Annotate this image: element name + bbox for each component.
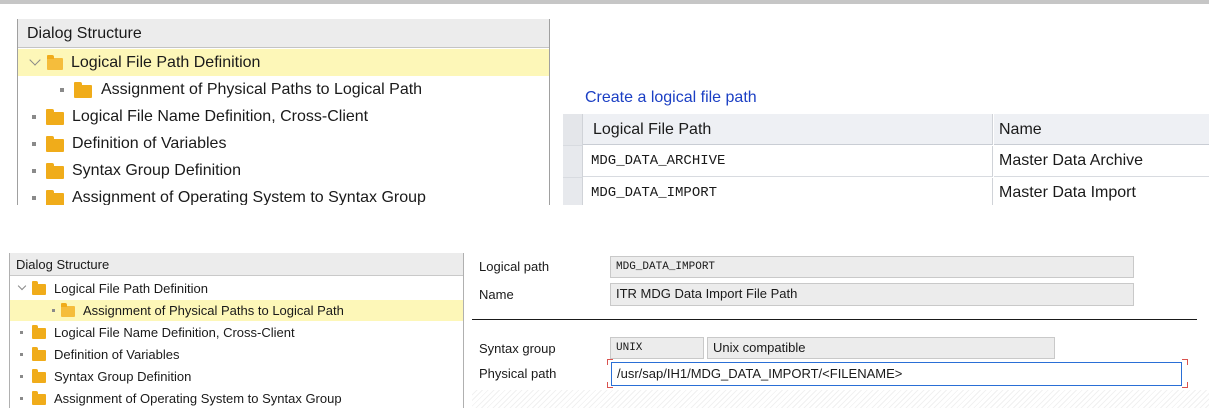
chevron-down-icon[interactable] bbox=[29, 54, 41, 66]
section-divider bbox=[472, 319, 1197, 320]
form-background bbox=[472, 390, 1209, 408]
table-cell-path[interactable]: MDG_DATA_IMPORT bbox=[583, 178, 993, 205]
tree-item-label: Definition of Variables bbox=[54, 347, 180, 362]
bullet-icon bbox=[32, 142, 36, 146]
open-folder-icon bbox=[61, 303, 75, 317]
table-cell-path[interactable]: MDG_DATA_ARCHIVE bbox=[583, 146, 993, 177]
syntax-group-field: UNIX bbox=[610, 337, 704, 359]
folder-icon bbox=[46, 163, 64, 179]
tree-item-assignment-os-syntax-group[interactable]: Assignment of Operating System to Syntax… bbox=[10, 388, 463, 408]
folder-icon bbox=[32, 347, 46, 361]
bullet-icon bbox=[32, 115, 36, 119]
tree-item-label: Assignment of Operating System to Syntax… bbox=[72, 189, 426, 205]
folder-icon bbox=[46, 190, 64, 205]
tree-item-syntax-group-definition[interactable]: Syntax Group Definition bbox=[18, 157, 549, 184]
focus-corner-marker bbox=[1182, 359, 1188, 365]
row-selector[interactable] bbox=[563, 146, 583, 178]
tree-item-assignment-physical-paths[interactable]: Assignment of Physical Paths to Logical … bbox=[10, 300, 463, 321]
column-header-name[interactable]: Name bbox=[994, 114, 1209, 145]
tree-item-logical-file-name-definition[interactable]: Logical File Name Definition, Cross-Clie… bbox=[10, 322, 463, 343]
tree-item-label: Definition of Variables bbox=[72, 135, 227, 152]
folder-icon bbox=[74, 82, 92, 98]
dialog-structure-header: Dialog Structure bbox=[10, 253, 463, 276]
folder-icon bbox=[46, 136, 64, 152]
tree-item-label: Assignment of Operating System to Syntax… bbox=[54, 391, 342, 406]
tree-item-definition-of-variables[interactable]: Definition of Variables bbox=[18, 130, 549, 157]
tree-item-label: Assignment of Physical Paths to Logical … bbox=[83, 303, 344, 318]
bullet-icon bbox=[60, 88, 64, 92]
folder-icon bbox=[32, 281, 46, 295]
logical-path-field: MDG_DATA_IMPORT bbox=[610, 256, 1134, 278]
physical-path-label: Physical path bbox=[479, 366, 557, 381]
tree-item-label: Logical File Path Definition bbox=[54, 281, 208, 296]
folder-icon bbox=[32, 369, 46, 383]
name-field: ITR MDG Data Import File Path bbox=[610, 283, 1134, 306]
bullet-icon bbox=[20, 353, 23, 356]
tree-item-label: Assignment of Physical Paths to Logical … bbox=[101, 81, 423, 98]
syntax-group-description: Unix compatible bbox=[707, 337, 1055, 359]
table-cell-name[interactable]: Master Data Archive bbox=[994, 146, 1209, 177]
bullet-icon bbox=[20, 331, 23, 334]
logical-path-label: Logical path bbox=[479, 259, 550, 274]
tree-item-logical-file-name-definition[interactable]: Logical File Name Definition, Cross-Clie… bbox=[18, 103, 549, 130]
create-logical-file-path-link[interactable]: Create a logical file path bbox=[585, 89, 757, 107]
syntax-group-label: Syntax group bbox=[479, 341, 556, 356]
folder-icon bbox=[46, 109, 64, 125]
bullet-icon bbox=[32, 169, 36, 173]
chevron-down-icon[interactable] bbox=[17, 281, 27, 291]
bullet-icon bbox=[52, 309, 55, 312]
tree-item-logical-file-path-definition[interactable]: Logical File Path Definition bbox=[18, 49, 549, 76]
tree-item-logical-file-path-definition[interactable]: Logical File Path Definition bbox=[10, 278, 463, 299]
tree-item-syntax-group-definition[interactable]: Syntax Group Definition bbox=[10, 366, 463, 387]
dialog-structure-tree-bottom: Dialog Structure Logical File Path Defin… bbox=[9, 253, 464, 408]
select-all-cell[interactable] bbox=[563, 114, 583, 146]
tree-item-label: Syntax Group Definition bbox=[54, 369, 192, 384]
bullet-icon bbox=[20, 397, 23, 400]
folder-icon bbox=[32, 325, 46, 339]
bullet-icon bbox=[20, 375, 23, 378]
tree-item-assignment-physical-paths[interactable]: Assignment of Physical Paths to Logical … bbox=[18, 76, 549, 103]
open-folder-icon bbox=[47, 55, 63, 70]
tree-item-label: Logical File Path Definition bbox=[71, 54, 261, 71]
physical-path-detail-form: Logical path MDG_DATA_IMPORT Name ITR MD… bbox=[462, 253, 1209, 408]
dialog-structure-tree-top: Dialog Structure Logical File Path Defin… bbox=[17, 19, 550, 205]
tree-item-label: Syntax Group Definition bbox=[72, 162, 241, 179]
focus-corner-marker bbox=[1182, 382, 1188, 388]
folder-icon bbox=[32, 391, 46, 405]
dialog-structure-header: Dialog Structure bbox=[18, 19, 549, 48]
physical-path-input[interactable]: /usr/sap/IH1/MDG_DATA_IMPORT/<FILENAME> bbox=[611, 362, 1182, 386]
table-cell-name[interactable]: Master Data Import bbox=[994, 178, 1209, 205]
tree-item-label: Logical File Name Definition, Cross-Clie… bbox=[72, 108, 369, 125]
tree-item-definition-of-variables[interactable]: Definition of Variables bbox=[10, 344, 463, 365]
tree-item-assignment-os-syntax-group[interactable]: Assignment of Operating System to Syntax… bbox=[18, 184, 549, 205]
logical-file-path-list: Create a logical file path Logical File … bbox=[563, 4, 1209, 205]
bullet-icon bbox=[32, 196, 36, 200]
tree-item-label: Logical File Name Definition, Cross-Clie… bbox=[54, 325, 295, 340]
row-selector[interactable] bbox=[563, 178, 583, 205]
column-header-logical-file-path[interactable]: Logical File Path bbox=[583, 114, 993, 145]
name-label: Name bbox=[479, 287, 514, 302]
